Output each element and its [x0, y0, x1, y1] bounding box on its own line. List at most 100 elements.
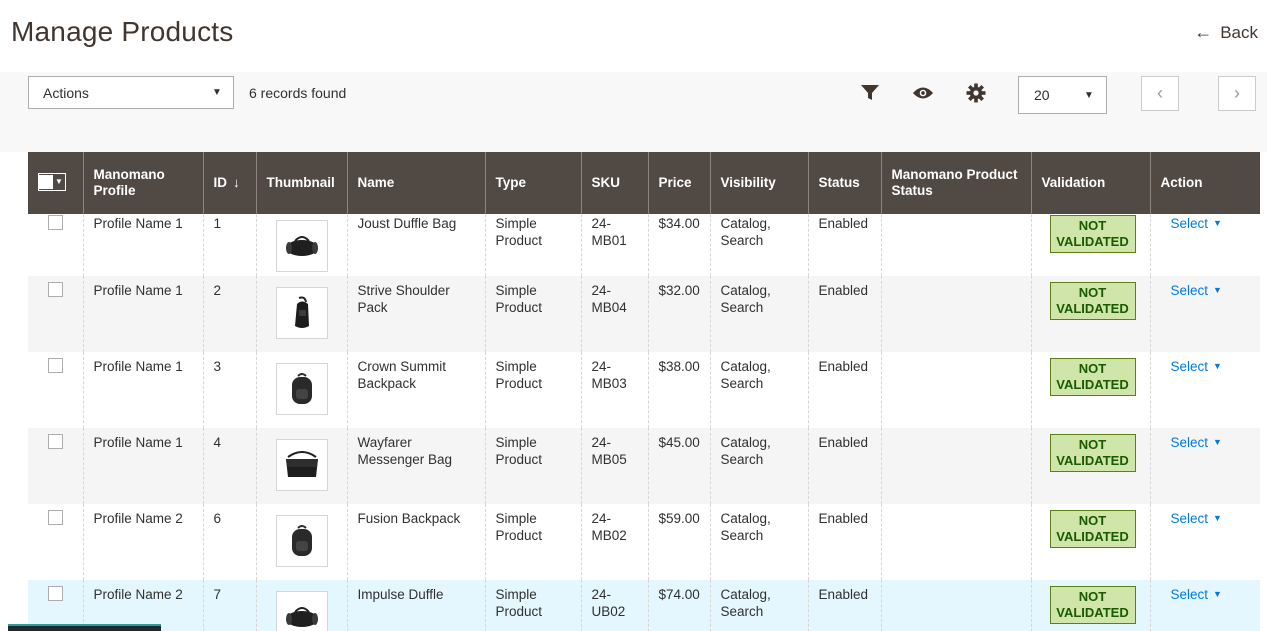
cell-visibility: Catalog, Search	[709, 504, 808, 580]
row-action-select[interactable]: Select ▼	[1171, 434, 1222, 451]
column-header-manomano-status[interactable]: Manomano Product Status	[880, 152, 1031, 214]
cell-price: $32.00	[647, 276, 710, 352]
records-count: 6 records found	[249, 85, 347, 101]
caret-down-icon: ▼	[1213, 437, 1222, 447]
cell-type: Simple Product	[484, 352, 581, 428]
cell-manomano-status	[880, 214, 1031, 276]
row-checkbox[interactable]	[48, 586, 63, 601]
cell-visibility: Catalog, Search	[709, 580, 808, 631]
row-checkbox[interactable]	[48, 510, 63, 525]
row-action-select[interactable]: Select ▼	[1171, 215, 1222, 232]
caret-down-icon: ▼	[1084, 89, 1094, 101]
cell-action: Select ▼	[1149, 504, 1260, 580]
cell-thumbnail	[255, 504, 347, 580]
table-row[interactable]: Profile Name 2 6 Fusion Backpack Simple Pro…	[28, 504, 1260, 580]
column-header-status[interactable]: Status	[807, 152, 881, 214]
cell-validation: NOT VALIDATED	[1030, 214, 1150, 276]
column-header-sku[interactable]: SKU	[580, 152, 648, 214]
row-action-select[interactable]: Select ▼	[1171, 282, 1222, 299]
select-label: Select	[1170, 511, 1209, 526]
column-header-name[interactable]: Name	[346, 152, 485, 214]
shoulder-pack-icon[interactable]	[275, 287, 328, 339]
column-header-type[interactable]: Type	[484, 152, 581, 214]
cell-sku: 24-MB01	[580, 214, 648, 276]
column-header-action: Action	[1149, 152, 1260, 214]
column-header-visibility[interactable]: Visibility	[709, 152, 808, 214]
cell-visibility: Catalog, Search	[709, 214, 808, 276]
actions-dropdown[interactable]: Actions ▼	[28, 76, 234, 109]
cell-thumbnail	[255, 214, 347, 276]
table-row[interactable]: Profile Name 1 2 Strive Shoulder Pack Simpl…	[28, 276, 1260, 352]
row-checkbox-cell	[28, 428, 83, 504]
cell-name: Impulse Duffle	[346, 580, 485, 631]
caret-down-icon: ▼	[212, 87, 222, 98]
row-checkbox-cell	[28, 504, 83, 580]
duffle-bag-icon[interactable]	[275, 220, 328, 272]
row-checkbox[interactable]	[48, 358, 63, 373]
cell-id: 4	[202, 428, 256, 504]
table-row[interactable]: Profile Name 2 7 Impulse Duffle Simple Prod…	[28, 580, 1260, 631]
cell-manomano-status	[880, 580, 1031, 631]
column-header-id[interactable]: ID ↓	[202, 152, 256, 214]
table-row[interactable]: Profile Name 1 3 Crown Summit Backpack Simp…	[28, 352, 1260, 428]
cell-type: Simple Product	[484, 428, 581, 504]
row-checkbox[interactable]	[48, 282, 63, 297]
caret-down-icon: ▼	[1213, 285, 1222, 295]
cell-action: Select ▼	[1149, 214, 1260, 276]
backpack-icon[interactable]	[275, 363, 328, 415]
cell-sku: 24-MB03	[580, 352, 648, 428]
column-header-validation[interactable]: Validation	[1030, 152, 1150, 214]
cell-id: 3	[202, 352, 256, 428]
caret-down-icon: ▼	[1213, 361, 1222, 371]
per-page-select[interactable]: 20 ▼	[1018, 76, 1107, 114]
cell-validation: NOT VALIDATED	[1030, 580, 1150, 631]
back-button[interactable]: ← Back	[1194, 22, 1258, 43]
mass-select-dropdown[interactable]: ▼	[38, 173, 66, 191]
table-header-row: ▼ Manomano Profile ID ↓ Thumbnail Name Ty…	[28, 152, 1260, 214]
cell-profile: Profile Name 1	[82, 276, 203, 352]
cell-name: Crown Summit Backpack	[346, 352, 485, 428]
cell-id: 1	[202, 214, 256, 276]
row-action-select[interactable]: Select ▼	[1171, 510, 1222, 527]
row-checkbox[interactable]	[48, 434, 63, 449]
cell-status: Enabled	[807, 214, 881, 276]
eye-icon[interactable]	[912, 82, 934, 104]
actions-label: Actions	[43, 84, 89, 101]
cell-price: $38.00	[647, 352, 710, 428]
table-row[interactable]: Profile Name 1 4 Wayfarer Messenger Bag Sim…	[28, 428, 1260, 504]
column-header-profile[interactable]: Manomano Profile	[82, 152, 203, 214]
next-page-button[interactable]: ›	[1218, 76, 1256, 111]
backpack-icon[interactable]	[275, 515, 328, 567]
duffle-bag-icon[interactable]	[275, 591, 328, 631]
caret-down-icon: ▼	[1213, 218, 1222, 228]
previous-page-button[interactable]: ‹	[1141, 76, 1179, 111]
sort-down-icon: ↓	[233, 175, 240, 190]
messenger-bag-icon[interactable]	[275, 439, 328, 491]
cell-profile: Profile Name 1	[82, 428, 203, 504]
arrow-left-icon: ←	[1194, 22, 1213, 42]
cell-id: 2	[202, 276, 256, 352]
validation-badge: NOT VALIDATED	[1049, 434, 1136, 472]
cell-status: Enabled	[807, 580, 881, 631]
cell-profile: Profile Name 1	[82, 214, 203, 276]
cell-thumbnail	[255, 352, 347, 428]
cell-validation: NOT VALIDATED	[1030, 276, 1150, 352]
cell-type: Simple Product	[484, 504, 581, 580]
per-page-value: 20	[1034, 87, 1050, 103]
gear-icon[interactable]	[965, 82, 987, 104]
mass-select-header: ▼	[28, 152, 83, 214]
cell-type: Simple Product	[484, 214, 581, 276]
cell-name: Fusion Backpack	[346, 504, 485, 580]
cell-id: 7	[202, 580, 256, 631]
row-action-select[interactable]: Select ▼	[1171, 358, 1222, 375]
filter-icon[interactable]	[859, 82, 881, 104]
select-label: Select	[1170, 359, 1209, 374]
validation-badge: NOT VALIDATED	[1049, 358, 1136, 396]
cell-profile: Profile Name 1	[82, 352, 203, 428]
table-row[interactable]: Profile Name 1 1 Joust Duffle Bag Simple Pr…	[28, 214, 1260, 276]
row-action-select[interactable]: Select ▼	[1171, 586, 1222, 603]
row-checkbox-cell	[28, 352, 83, 428]
column-header-price[interactable]: Price	[647, 152, 710, 214]
column-header-thumbnail[interactable]: Thumbnail	[255, 152, 347, 214]
row-checkbox[interactable]	[48, 215, 63, 230]
